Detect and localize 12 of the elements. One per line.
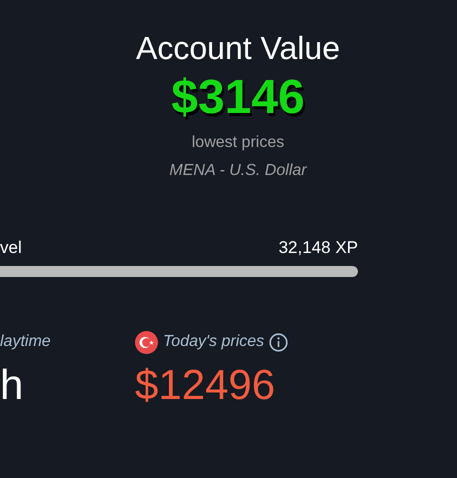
turkey-flag-icon [135, 330, 158, 354]
stat-label: laytime [0, 333, 51, 351]
stat-label: Today's prices [163, 333, 264, 351]
stat-value: $12496 [135, 360, 276, 410]
account-title: Account Value [136, 29, 340, 68]
price-caption: lowest prices [192, 133, 284, 153]
info-icon[interactable] [269, 332, 288, 352]
region-currency: MENA - U.S. Dollar [169, 161, 307, 181]
account-value: $3146 [171, 70, 305, 126]
level-label: vel [0, 238, 22, 258]
xp-value: 32,148 XP [278, 238, 358, 258]
stat-value: h [0, 360, 24, 410]
